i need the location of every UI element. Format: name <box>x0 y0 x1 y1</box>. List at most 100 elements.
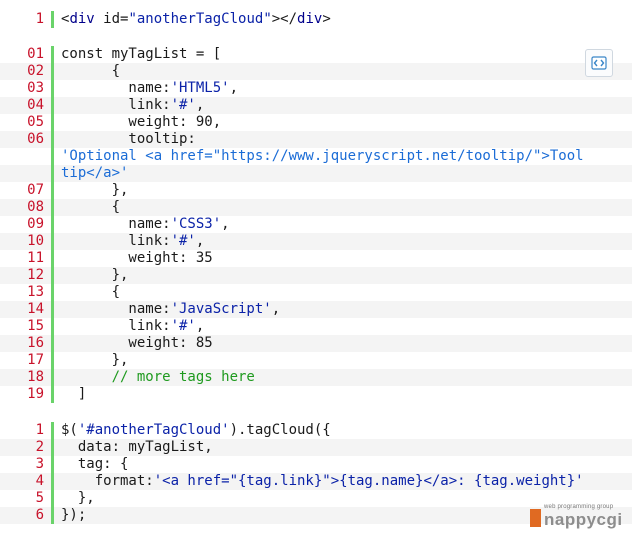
code-line: tip</a>' <box>0 165 632 182</box>
code-text: format:'<a href="{tag.link}">{tag.name}<… <box>61 473 626 490</box>
gutter-bar <box>51 301 54 318</box>
code-line: 1 $('#anotherTagCloud').tagCloud({ <box>0 422 632 439</box>
code-line: 07 }, <box>0 182 632 199</box>
gutter-bar <box>51 335 54 352</box>
gutter-bar <box>51 131 54 148</box>
code-text: tag: { <box>61 456 626 473</box>
gutter-bar <box>51 63 54 80</box>
code-text: { <box>61 199 626 216</box>
line-number: 14 <box>27 301 44 317</box>
code-text: const myTagList = [ <box>61 46 626 63</box>
code-line: 03 name:'HTML5', <box>0 80 632 97</box>
code-text: link:'#', <box>61 318 626 335</box>
line-number: 09 <box>27 216 44 232</box>
code-token: name: <box>61 216 171 232</box>
code-text: weight: 35 <box>61 250 626 267</box>
gutter-bar <box>51 148 54 165</box>
code-token: , <box>195 97 205 113</box>
code-token: { <box>61 199 121 215</box>
gutter-bar <box>51 216 54 233</box>
gutter-bar <box>51 46 54 63</box>
view-source-button[interactable] <box>585 49 613 77</box>
code-token: name: <box>61 301 171 317</box>
gutter-bar <box>51 422 54 439</box>
code-token: '#' <box>170 318 196 334</box>
watermark-logo: web programming group nappycgi <box>530 504 626 532</box>
code-text: { <box>61 63 626 80</box>
line-number: 13 <box>27 284 44 300</box>
code-line: 4 format:'<a href="{tag.link}">{tag.name… <box>0 473 632 490</box>
code-text: name:'CSS3', <box>61 216 626 233</box>
code-text: name:'HTML5', <box>61 80 626 97</box>
code-token: tooltip: <box>61 131 196 147</box>
code-token: }); <box>61 507 87 523</box>
code-text: link:'#', <box>61 233 626 250</box>
gutter-bar <box>51 386 54 403</box>
line-number: 10 <box>27 233 44 249</box>
watermark-mark <box>530 509 541 527</box>
code-token: , <box>195 233 205 249</box>
code-text: }, <box>61 352 626 369</box>
code-token: { <box>61 284 121 300</box>
code-line: 10 link:'#', <box>0 233 632 250</box>
code-token: format: <box>61 473 154 489</box>
line-number: 17 <box>27 352 44 368</box>
line-number: 1 <box>35 422 44 438</box>
code-token: const myTagList = [ <box>61 46 222 62</box>
code-token: weight: 85 <box>61 335 213 351</box>
gutter-bar <box>51 199 54 216</box>
code-line: 14 name:'JavaScript', <box>0 301 632 318</box>
code-token: '#' <box>170 97 196 113</box>
code-token: // more tags here <box>61 369 255 385</box>
line-number: 3 <box>35 456 44 472</box>
code-token: , <box>221 216 230 232</box>
code-line: 15 link:'#', <box>0 318 632 335</box>
gutter-bar <box>51 369 54 386</box>
code-token: '#anotherTagCloud' <box>77 422 230 438</box>
code-text: data: myTagList, <box>61 439 626 456</box>
code-text: }, <box>61 182 626 199</box>
gutter-bar <box>51 165 54 182</box>
code-token: link: <box>61 233 171 249</box>
gutter-bar <box>51 473 54 490</box>
gutter-bar <box>51 250 54 267</box>
code-line: 01 const myTagList = [ <box>0 46 632 63</box>
line-number: 2 <box>35 439 44 455</box>
code-line: 12 }, <box>0 267 632 284</box>
code-line: 06 tooltip: <box>0 131 632 148</box>
code-line: 04 link:'#', <box>0 97 632 114</box>
code-text: 'Optional <a href="https://www.jqueryscr… <box>61 148 626 165</box>
code-token: $( <box>61 422 78 438</box>
code-text: <div id="anotherTagCloud"></div> <box>61 11 626 28</box>
code-token: div <box>69 11 95 27</box>
code-line: 02 { <box>0 63 632 80</box>
code-line: 2 data: myTagList, <box>0 439 632 456</box>
code-token: '#' <box>170 233 196 249</box>
line-number: 5 <box>35 490 44 506</box>
code-line: 13 { <box>0 284 632 301</box>
code-token: div <box>297 11 323 27</box>
line-number: 06 <box>27 131 44 147</box>
code-token: tag: { <box>61 456 129 472</box>
code-line: 09 name:'CSS3', <box>0 216 632 233</box>
gutter-bar <box>51 490 54 507</box>
line-number: 6 <box>35 507 44 523</box>
code-line: 05 weight: 90, <box>0 114 632 131</box>
code-token: ] <box>61 386 87 402</box>
code-token: id= <box>94 11 129 27</box>
code-token: { <box>61 63 121 79</box>
code-token: , <box>271 301 281 317</box>
code-token: link: <box>61 318 171 334</box>
code-line: 'Optional <a href="https://www.jqueryscr… <box>0 148 632 165</box>
gutter-bar <box>51 439 54 456</box>
gutter-bar <box>51 507 54 524</box>
code-token: 'JavaScript' <box>170 301 272 317</box>
gutter-bar <box>51 97 54 114</box>
gutter-bar <box>51 318 54 335</box>
code-text: name:'JavaScript', <box>61 301 626 318</box>
code-text: // more tags here <box>61 369 626 386</box>
code-token: "anotherTagCloud" <box>128 11 272 27</box>
line-number: 12 <box>27 267 44 283</box>
code-text: link:'#', <box>61 97 626 114</box>
code-text: $('#anotherTagCloud').tagCloud({ <box>61 422 626 439</box>
